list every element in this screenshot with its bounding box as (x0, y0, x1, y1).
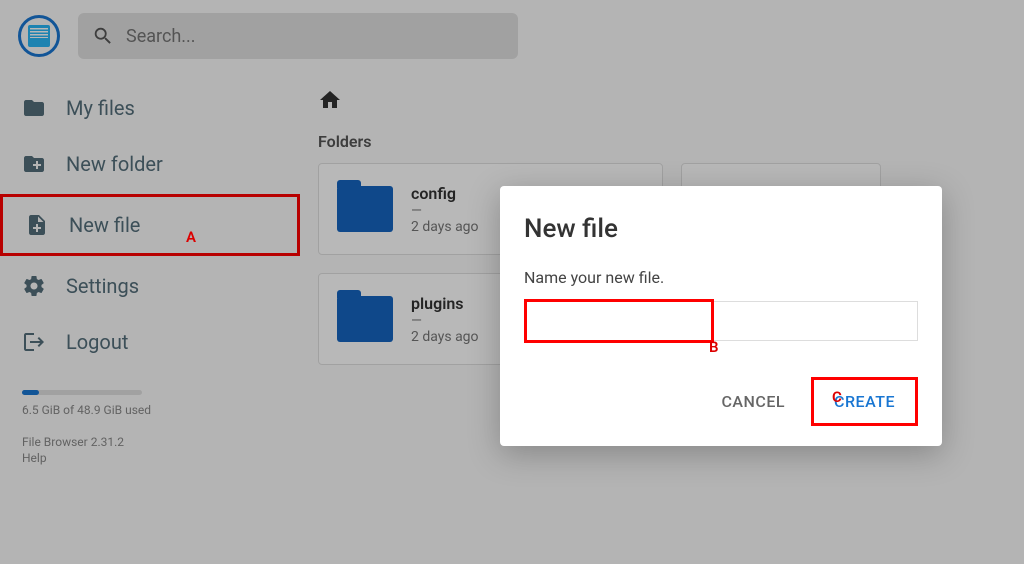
annotation-a: A (186, 228, 196, 246)
annotation-highlight-c: CREATE (811, 377, 918, 426)
new-file-dialog: New file Name your new file. CANCEL CREA… (500, 186, 942, 446)
filename-input[interactable] (524, 301, 918, 341)
dialog-prompt: Name your new file. (524, 268, 918, 287)
cancel-button[interactable]: CANCEL (703, 382, 803, 421)
dialog-actions: CANCEL CREATE (524, 377, 918, 426)
create-button[interactable]: CREATE (816, 382, 913, 421)
dialog-title: New file (524, 214, 918, 244)
annotation-c: C (832, 388, 842, 406)
annotation-b: B (709, 338, 719, 356)
